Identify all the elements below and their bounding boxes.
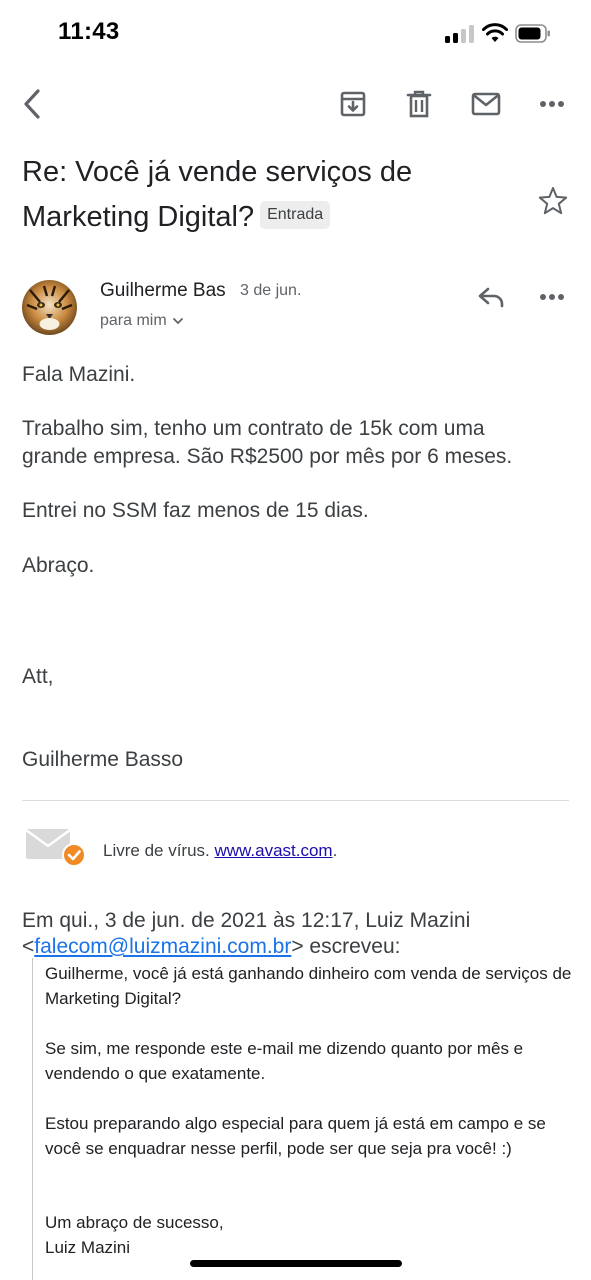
star-button[interactable]: [536, 184, 570, 218]
chevron-down-icon: [172, 318, 183, 325]
quote-paragraph-2: Se sim, me responde este e-mail me dizen…: [45, 1039, 524, 1083]
body-greeting: Fala Mazini.: [22, 363, 136, 386]
signature-divider: [22, 800, 569, 801]
more-horizontal-icon: [540, 294, 564, 300]
quote-border: [32, 958, 33, 1280]
recipient-toggle[interactable]: para mim: [100, 312, 184, 330]
status-time: 11:43: [58, 18, 120, 45]
tiger-avatar-icon: [22, 280, 77, 335]
battery-icon: [515, 24, 550, 43]
quote-paragraph-3: Estou preparando algo especial para quem…: [45, 1114, 546, 1158]
quote-email-link[interactable]: falecom@luizmazini.com.br: [34, 935, 291, 958]
message-more-button[interactable]: [532, 277, 572, 317]
body-paragraph-2: Entrei no SSM faz menos de 15 dias.: [22, 499, 369, 522]
mail-icon: [471, 92, 501, 116]
virus-free-notice: Livre de vírus. www.avast.com.: [103, 841, 337, 861]
cellular-signal-icon: [445, 25, 475, 43]
virus-suffix: .: [332, 841, 338, 860]
body-att: Att,: [22, 665, 54, 688]
reply-icon: [478, 287, 504, 308]
trash-icon: [406, 90, 432, 118]
archive-icon: [340, 91, 366, 117]
email-subject: Re: Você já vende serviços de Marketing …: [22, 150, 492, 240]
sender-avatar[interactable]: [22, 280, 77, 335]
wifi-icon: [482, 23, 508, 42]
more-options-button[interactable]: [532, 84, 572, 124]
body-signature: Guilherme Basso: [22, 748, 184, 771]
archive-button[interactable]: [333, 84, 373, 124]
quote-paragraph-1: Guilherme, você já está ganhando dinheir…: [45, 964, 572, 1008]
email-date: 3 de jun.: [240, 282, 302, 299]
mark-unread-button[interactable]: [466, 84, 506, 124]
quote-sign-off: Um abraço de sucesso,: [45, 1213, 224, 1232]
star-icon: [538, 187, 568, 215]
delete-button[interactable]: [399, 84, 439, 124]
avast-mail-icon: [25, 828, 86, 867]
body-closing: Abraço.: [22, 554, 95, 577]
more-horizontal-icon: [540, 101, 564, 107]
avast-link[interactable]: www.avast.com: [215, 841, 333, 860]
home-indicator[interactable]: [190, 1260, 402, 1267]
body-paragraph-1: Trabalho sim, tenho um contrato de 15k c…: [22, 417, 513, 468]
quote-header-suffix: > escreveu:: [291, 935, 401, 958]
chevron-left-icon: [24, 89, 40, 119]
quote-header: Em qui., 3 de jun. de 2021 às 12:17, Lui…: [22, 908, 582, 960]
recipient-text: para mim: [100, 312, 167, 329]
subject-text: Re: Você já vende serviços de Marketing …: [22, 156, 413, 233]
reply-button[interactable]: [471, 277, 511, 317]
virus-free-text: Livre de vírus.: [103, 841, 210, 860]
sender-name[interactable]: Guilherme Bas: [100, 280, 226, 302]
back-button[interactable]: [12, 84, 52, 124]
inbox-label-badge[interactable]: Entrada: [260, 201, 331, 230]
quote-signature: Luiz Mazini: [45, 1238, 131, 1257]
